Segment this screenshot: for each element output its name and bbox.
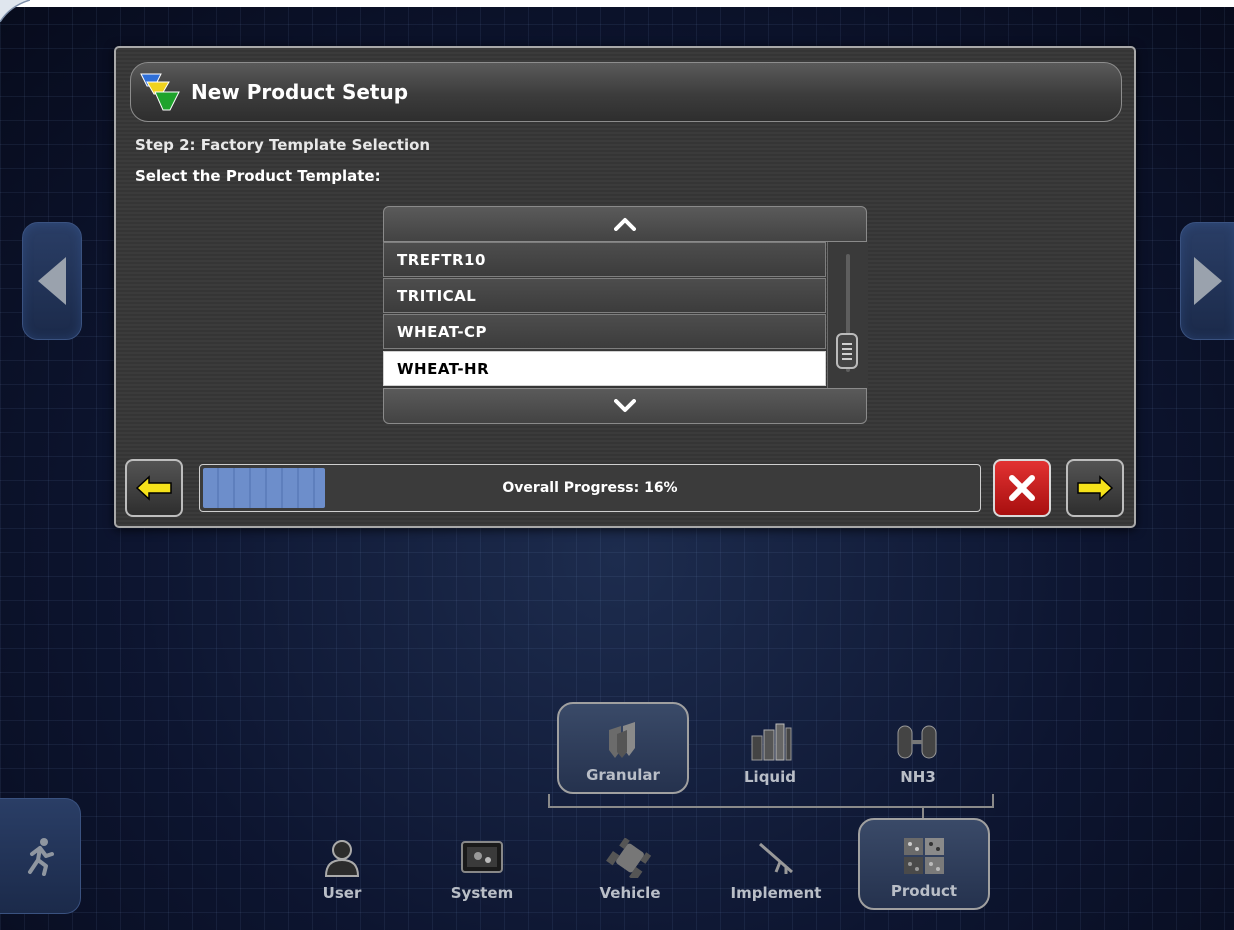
implement-icon bbox=[759, 842, 793, 874]
nav-implement[interactable]: Implement bbox=[710, 818, 842, 910]
granular-bins-icon bbox=[609, 722, 635, 758]
vehicle-tractor-icon bbox=[606, 838, 652, 878]
progress-label: Overall Progress: 16% bbox=[502, 480, 678, 496]
prompt-label: Select the Product Template: bbox=[135, 167, 381, 185]
arrow-right-icon bbox=[1077, 475, 1114, 501]
triangle-right-icon bbox=[1194, 257, 1222, 305]
exit-button[interactable] bbox=[0, 798, 81, 914]
list-scrollbar[interactable] bbox=[827, 242, 868, 388]
product-type-granular[interactable]: Granular bbox=[557, 702, 689, 794]
chevron-down-icon bbox=[614, 399, 636, 412]
list-item-wheat-hr[interactable]: WHEAT-HR bbox=[383, 351, 826, 386]
nh3-tanks-icon bbox=[897, 725, 937, 759]
new-product-setup-dialog: New Product Setup Step 2: Factory Templa… bbox=[114, 46, 1136, 528]
running-man-icon bbox=[28, 838, 54, 876]
product-type-nh3[interactable]: NH3 bbox=[852, 702, 984, 794]
template-list: TREFTR10 TRITICAL WHEAT-CP WHEAT-HR bbox=[383, 206, 868, 424]
dialog-title: New Product Setup bbox=[191, 80, 409, 104]
scroll-down-button[interactable] bbox=[383, 388, 867, 424]
product-type-bracket bbox=[548, 794, 994, 808]
top-edge bbox=[0, 0, 1234, 7]
back-button[interactable] bbox=[125, 459, 183, 517]
arrow-left-icon bbox=[135, 475, 172, 501]
next-screen-button[interactable] bbox=[1180, 222, 1234, 340]
dialog-header: New Product Setup bbox=[130, 62, 1122, 122]
list-item-treftr10[interactable]: TREFTR10 bbox=[383, 242, 826, 277]
product-funnels-icon bbox=[140, 73, 180, 111]
chevron-up-icon bbox=[614, 218, 636, 231]
close-icon bbox=[1009, 475, 1035, 501]
nav-system[interactable]: System bbox=[416, 818, 548, 910]
nav-user[interactable]: User bbox=[276, 818, 408, 910]
step-label: Step 2: Factory Template Selection bbox=[135, 136, 431, 154]
list-item-wheat-cp[interactable]: WHEAT-CP bbox=[383, 314, 826, 349]
next-button[interactable] bbox=[1066, 459, 1124, 517]
list-item-tritical[interactable]: TRITICAL bbox=[383, 278, 826, 313]
cancel-button[interactable] bbox=[993, 459, 1051, 517]
user-icon bbox=[324, 840, 360, 877]
nav-product[interactable]: Product bbox=[858, 818, 990, 910]
liquid-tanks-icon bbox=[751, 723, 792, 761]
system-display-icon bbox=[461, 841, 503, 873]
overall-progress-bar: Overall Progress: 16% bbox=[199, 464, 981, 512]
product-type-liquid[interactable]: Liquid bbox=[704, 702, 836, 794]
scrollbar-thumb[interactable] bbox=[836, 333, 858, 369]
triangle-left-icon bbox=[38, 257, 66, 305]
scroll-up-button[interactable] bbox=[383, 206, 867, 242]
page-curl-icon bbox=[0, 0, 30, 22]
product-seeds-icon bbox=[904, 838, 944, 874]
previous-screen-button[interactable] bbox=[22, 222, 82, 340]
nav-vehicle[interactable]: Vehicle bbox=[564, 818, 696, 910]
